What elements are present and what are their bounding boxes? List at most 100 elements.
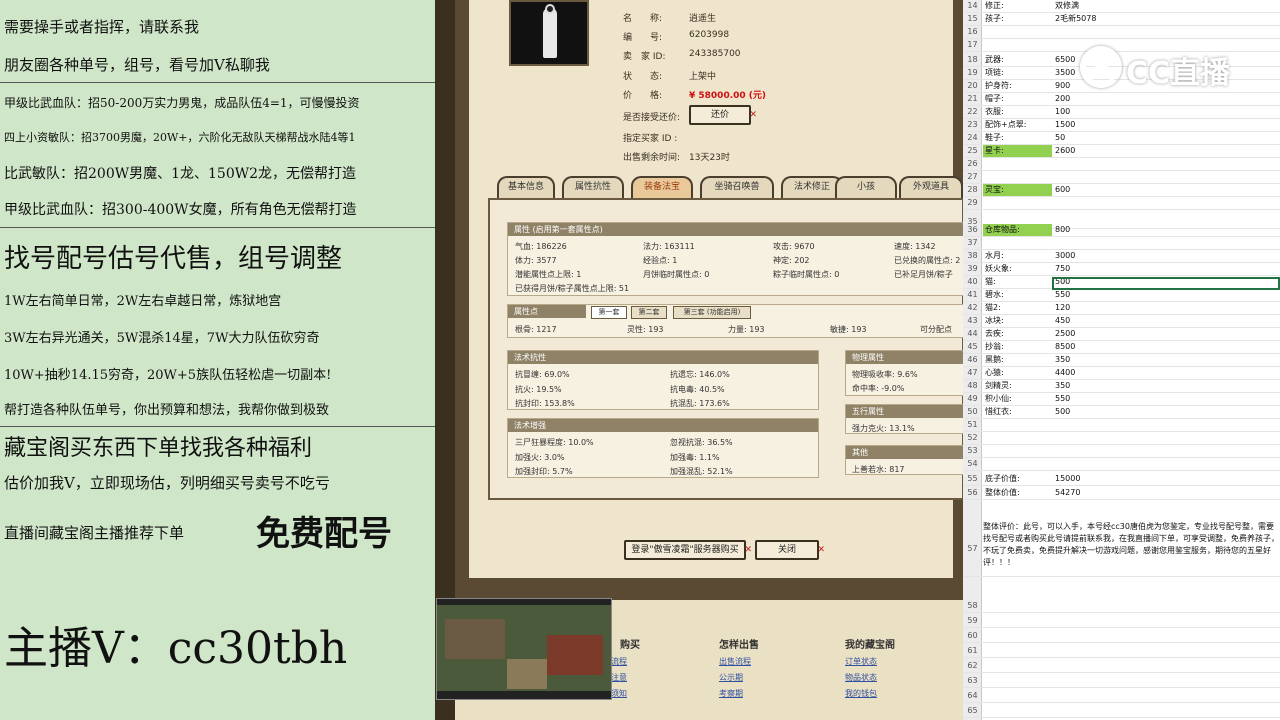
sheet-row[interactable]: 53	[963, 445, 1280, 458]
subtab-set1[interactable]: 第一套	[591, 306, 627, 319]
cell-value[interactable]: 54270	[1053, 487, 1080, 499]
cell-value[interactable]: 双修满	[1053, 0, 1079, 12]
sheet-row[interactable]: 27	[963, 171, 1280, 184]
footer-link[interactable]: 出售流程	[719, 656, 751, 667]
cell-value[interactable]: 500	[1053, 406, 1070, 418]
cell-label[interactable]: 剑精灵:	[983, 380, 1052, 392]
sheet-row[interactable]: 25 星卡: 2600	[963, 145, 1280, 158]
footer-link[interactable]: 注意	[611, 672, 627, 683]
footer-link[interactable]: 公示期	[719, 672, 743, 683]
cell-value[interactable]: 350	[1053, 380, 1070, 392]
sheet-row[interactable]: 42 猫2: 120	[963, 302, 1280, 315]
sheet-row[interactable]: 38 水月: 3000	[963, 250, 1280, 263]
cell-value[interactable]: 2毛新5078	[1053, 13, 1096, 25]
sheet-row[interactable]: 36 仓库物品: 800	[963, 224, 1280, 237]
footer-link[interactable]: 我的钱包	[845, 688, 877, 699]
cell-value[interactable]: 2500	[1053, 328, 1075, 340]
cell-label[interactable]: 水月:	[983, 250, 1052, 262]
sheet-row[interactable]: 59	[963, 615, 1280, 628]
sheet-row[interactable]: 63	[963, 675, 1280, 688]
sheet-row[interactable]: 56 整体价值: 54270	[963, 487, 1280, 500]
cell-value[interactable]: 8500	[1053, 341, 1075, 353]
cell-label[interactable]: 底子价值:	[983, 473, 1052, 485]
sheet-row[interactable]: 46 黑鹅: 350	[963, 354, 1280, 367]
cell-value[interactable]: 550	[1053, 289, 1070, 301]
tab-appearance[interactable]: 外观道具	[899, 176, 963, 198]
cell-label[interactable]: 冰块:	[983, 315, 1052, 327]
cell-label[interactable]: 项链:	[983, 67, 1052, 79]
cell-value[interactable]: 550	[1053, 393, 1070, 405]
cell-label[interactable]: 抄翁:	[983, 341, 1052, 353]
cell-value[interactable]: 120	[1053, 302, 1070, 314]
sheet-row[interactable]: 43 冰块: 450	[963, 315, 1280, 328]
cell-label[interactable]: 妖火象:	[983, 263, 1052, 275]
cell-value[interactable]: 4400	[1053, 367, 1075, 379]
cell-value[interactable]: 450	[1053, 315, 1070, 327]
sheet-row[interactable]: 14 修正: 双修满	[963, 0, 1280, 13]
cell-label[interactable]: 积小仙:	[983, 393, 1052, 405]
subtab-set2[interactable]: 第二套	[631, 306, 667, 319]
tab-attributes[interactable]: 属性抗性	[562, 176, 624, 198]
cell-label[interactable]: 猫2:	[983, 302, 1052, 314]
sheet-row[interactable]: 44 去疾: 2500	[963, 328, 1280, 341]
sheet-row[interactable]: 28 灵宝: 600	[963, 184, 1280, 197]
sheet-row[interactable]: 15 孩子: 2毛新5078	[963, 13, 1280, 26]
sheet-row[interactable]: 55 底子价值: 15000	[963, 473, 1280, 486]
tab-child[interactable]: 小孩	[835, 176, 897, 198]
cell-label[interactable]: 护身符:	[983, 80, 1052, 92]
cell-value[interactable]: 600	[1053, 184, 1070, 196]
footer-link[interactable]: 物品状态	[845, 672, 877, 683]
bargain-button[interactable]: 还价 ✕	[689, 105, 757, 125]
sheet-row[interactable]: 45 抄翁: 8500	[963, 341, 1280, 354]
cell-label[interactable]: 去疾:	[983, 328, 1052, 340]
cell-label[interactable]: 整体价值:	[983, 487, 1052, 499]
sheet-row[interactable]: 54	[963, 458, 1280, 471]
game-preview-window[interactable]	[436, 598, 612, 700]
cell-value[interactable]: 2600	[1053, 145, 1075, 157]
cell-label[interactable]: 黑鹅:	[983, 354, 1052, 366]
cell-value[interactable]: 900	[1053, 80, 1070, 92]
cell-label[interactable]: 星卡:	[983, 145, 1052, 157]
tab-basic-info[interactable]: 基本信息	[497, 176, 555, 198]
sheet-row[interactable]: 51	[963, 419, 1280, 432]
sheet-row[interactable]: 61	[963, 645, 1280, 658]
sheet-row[interactable]: 37	[963, 237, 1280, 250]
tab-equipment[interactable]: 装备法宝	[631, 176, 693, 198]
evaluation-note[interactable]: 整体评价：此号，可以入手，本号经cc30唐伯虎为您鉴定，专业找号配号整，需要找号…	[983, 521, 1280, 569]
close-button[interactable]: 关闭 ✕	[755, 540, 825, 560]
cell-label[interactable]: 修正:	[983, 0, 1052, 12]
sheet-row[interactable]: 21 帽子: 200	[963, 93, 1280, 106]
cell-label[interactable]: 灵宝:	[983, 184, 1052, 196]
footer-link[interactable]: 考察期	[719, 688, 743, 699]
selected-cell[interactable]	[1052, 277, 1280, 290]
cell-label[interactable]: 仓库物品:	[983, 224, 1052, 236]
sheet-row[interactable]: 50 惜红衣: 500	[963, 406, 1280, 419]
sheet-row[interactable]: 22 衣服: 100	[963, 106, 1280, 119]
sheet-row[interactable]: 23 配饰+点翠: 1500	[963, 119, 1280, 132]
tab-spells[interactable]: 法术修正	[781, 176, 843, 198]
cell-label[interactable]: 帽子:	[983, 93, 1052, 105]
sheet-row[interactable]: 41 碧水: 550	[963, 289, 1280, 302]
cell-value[interactable]: 1500	[1053, 119, 1075, 131]
sheet-row[interactable]: 52	[963, 432, 1280, 445]
cell-label[interactable]: 猫:	[983, 276, 1052, 288]
cell-label[interactable]: 鞋子:	[983, 132, 1052, 144]
footer-link[interactable]: 流程	[611, 656, 627, 667]
sheet-row[interactable]: 65	[963, 705, 1280, 718]
cell-label[interactable]: 配饰+点翠:	[983, 119, 1052, 131]
cell-label[interactable]: 心猿:	[983, 367, 1052, 379]
sheet-row[interactable]: 60	[963, 630, 1280, 643]
sheet-row[interactable]: 29	[963, 197, 1280, 210]
cell-value[interactable]: 750	[1053, 263, 1070, 275]
cell-label[interactable]: 衣服:	[983, 106, 1052, 118]
cell-value[interactable]: 200	[1053, 93, 1070, 105]
login-buy-button[interactable]: 登录"傲雪凌霜"服务器购买 ✕	[624, 540, 752, 560]
sheet-row[interactable]: 26	[963, 158, 1280, 171]
cell-label[interactable]: 惜红衣:	[983, 406, 1052, 418]
cell-label[interactable]: 武器:	[983, 54, 1052, 66]
subtab-set3[interactable]: 第三套 (功能启用)	[673, 306, 751, 319]
cell-value[interactable]: 3000	[1053, 250, 1075, 262]
sheet-row[interactable]: 62	[963, 660, 1280, 673]
sheet-row[interactable]: 48 剑精灵: 350	[963, 380, 1280, 393]
sheet-row[interactable]: 24 鞋子: 50	[963, 132, 1280, 145]
